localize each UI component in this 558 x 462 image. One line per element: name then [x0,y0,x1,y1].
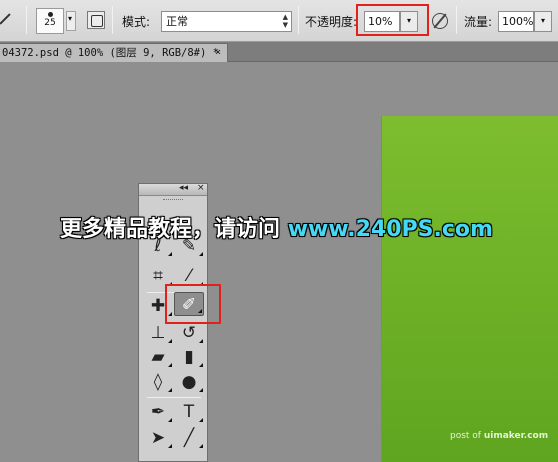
brush-preset-picker[interactable]: 25 [36,8,64,34]
opacity-highlight [356,4,429,36]
flow-dropdown[interactable]: ▾ [534,11,552,32]
type-icon[interactable]: T [174,400,204,424]
dodge-icon[interactable]: ● [174,370,204,394]
brush-tip-icon [47,12,53,17]
eraser-icon[interactable]: ▰ [143,345,173,369]
tool-preset-picker[interactable] [0,8,16,30]
brush-size-value: 25 [44,18,56,28]
separator [456,6,457,34]
close-icon[interactable]: × [215,44,221,62]
separator [112,6,113,34]
footer-prefix: post of [450,431,481,441]
collapse-icon[interactable]: ◂◂ [179,183,188,193]
flow-field[interactable]: 100% [498,11,534,32]
line-icon[interactable]: ╱ [174,426,204,450]
watermark-text: 更多精品教程，请访问 [60,217,281,242]
footer-watermark: post of uimaker.com [450,431,548,441]
document-tab-bar: 04372.psd @ 100% (图层 9, RGB/8#) * × [0,42,558,62]
opacity-label: 不透明度: [305,15,358,29]
footer-site: uimaker.com [483,431,549,441]
airbrush-icon[interactable] [430,11,450,31]
grip-handle[interactable] [139,196,207,203]
mode-value: 正常 [166,15,188,28]
mode-select[interactable]: 正常 ▲ ▼ [161,11,292,32]
clone-stamp-icon[interactable]: ⊥ [143,321,173,345]
brush-preset-dropdown[interactable] [66,11,76,31]
separator [26,6,27,34]
blur-icon[interactable]: ◊ [143,370,173,394]
document-canvas[interactable] [381,116,558,462]
select-arrows-icon: ▲ ▼ [282,13,288,29]
watermark-url: www.240PS.com [287,217,493,242]
flow-label: 流量: [464,15,493,29]
mode-label: 模式: [122,15,151,29]
separator [298,6,299,34]
brush-tool-highlight [165,284,221,324]
document-title: 04372.psd @ 100% (图层 9, RGB/8#) * [2,47,219,59]
options-bar: 25 模式: 正常 ▲▼ 不透明度: 10% ▾ 流量: 100% ▾ [0,0,558,42]
divider [147,397,201,398]
brush-panel-icon[interactable] [87,11,105,29]
close-icon[interactable]: × [197,183,205,193]
document-tab[interactable]: 04372.psd @ 100% (图层 9, RGB/8#) * × [0,43,228,62]
path-selection-icon[interactable]: ➤ [143,426,173,450]
watermark-banner: 更多精品教程，请访问 www.240PS.com [60,211,493,243]
pen-icon[interactable]: ✒ [143,400,173,424]
history-brush-icon[interactable]: ↺ [174,321,204,345]
gradient-icon[interactable]: ▮ [174,345,204,369]
tools-panel-header[interactable]: ◂◂ × [139,183,207,196]
